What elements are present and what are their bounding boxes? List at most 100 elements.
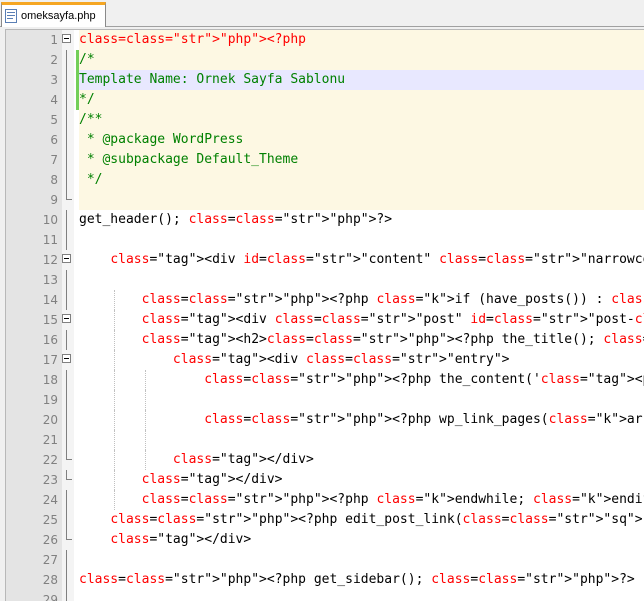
code-text xyxy=(79,190,644,210)
code-line[interactable]: 15 class="tag"><div class=class="str">"p… xyxy=(6,310,644,330)
code-line[interactable]: 16 class="tag"><h2>class=class="str">"ph… xyxy=(6,330,644,350)
line-number: 9 xyxy=(50,193,58,207)
fold-line xyxy=(66,570,67,590)
code-line[interactable]: 29 xyxy=(6,590,644,601)
line-number: 1 xyxy=(50,33,58,47)
tab-omeksayfa[interactable]: omeksayfa.php xyxy=(1,2,106,27)
fold-end-marker xyxy=(66,530,72,540)
line-number: 28 xyxy=(42,573,58,587)
code-line[interactable]: 12 class="tag"><div id=class="str">"cont… xyxy=(6,250,644,270)
code-line[interactable]: 6 * @package WordPress xyxy=(6,130,644,150)
line-number: 27 xyxy=(42,553,58,567)
fold-line xyxy=(66,410,67,430)
code-text: class=class="str">"php"><?php xyxy=(79,30,644,50)
code-text: class="tag"><div id=class="str">"content… xyxy=(110,252,644,267)
code-text: /* xyxy=(79,50,644,70)
code-text: class=class="str">"php"><?php class="k">… xyxy=(141,492,644,507)
code-editor[interactable]: 1 class=class="str">"php"><?php 2 /* 3 Templa… xyxy=(5,29,644,601)
indent-guide xyxy=(145,450,147,470)
indent-guide xyxy=(145,410,147,430)
fold-toggle-icon[interactable] xyxy=(62,314,71,323)
line-number: 17 xyxy=(42,353,58,367)
code-line[interactable]: 18 class=class="str">"php"><?php the_con… xyxy=(6,370,644,390)
code-line[interactable]: 3 Template Name: Ornek Sayfa Sablonu xyxy=(6,70,644,90)
code-line[interactable]: 7 * @subpackage Default_Theme xyxy=(6,150,644,170)
fold-toggle-icon[interactable] xyxy=(62,254,71,263)
indent-guide xyxy=(114,490,116,510)
line-number: 2 xyxy=(50,53,58,67)
code-line[interactable]: 24 class=class="str">"php"><?php class="… xyxy=(6,490,644,510)
line-number: 23 xyxy=(42,473,58,487)
indent-guide xyxy=(114,330,116,350)
indent-guide xyxy=(114,470,116,490)
code-line[interactable]: 5 /** xyxy=(6,110,644,130)
code-line[interactable]: 10 get_header(); class=class="str">"php">… xyxy=(6,210,644,230)
fold-toggle-icon[interactable] xyxy=(62,34,71,43)
code-line[interactable]: 14 class=class="str">"php"><?php class="… xyxy=(6,290,644,310)
line-number: 15 xyxy=(42,313,58,327)
fold-line xyxy=(66,70,67,90)
indent-guide xyxy=(145,390,147,410)
indent-guide xyxy=(114,410,116,430)
fold-line xyxy=(66,330,67,350)
fold-line xyxy=(66,510,67,530)
line-number: 3 xyxy=(50,73,58,87)
fold-line xyxy=(66,90,67,110)
line-number: 8 xyxy=(50,173,58,187)
code-line[interactable]: 8 */ xyxy=(6,170,644,190)
indent-guide xyxy=(114,450,116,470)
code-line[interactable]: 17 class="tag"><div class=class="str">"e… xyxy=(6,350,644,370)
fold-toggle-icon[interactable] xyxy=(62,354,71,363)
indent-guide xyxy=(114,370,116,390)
line-number: 14 xyxy=(42,293,58,307)
line-number: 29 xyxy=(42,593,58,601)
fold-line xyxy=(66,210,67,230)
fold-end-marker xyxy=(66,450,72,460)
code-text: * @subpackage Default_Theme xyxy=(79,150,644,170)
tab-title: omeksayfa.php xyxy=(21,10,96,22)
code-line[interactable]: 21 xyxy=(6,430,644,450)
code-text: get_header(); class=class="str">"php">?> xyxy=(79,212,393,227)
line-number: 20 xyxy=(42,413,58,427)
code-line[interactable]: 23 class="tag"></div> xyxy=(6,470,644,490)
line-number: 11 xyxy=(42,233,58,247)
line-number: 21 xyxy=(42,433,58,447)
code-line[interactable]: 2 /* xyxy=(6,50,644,70)
code-text: class="tag"></div> xyxy=(110,532,252,547)
fold-line xyxy=(66,230,67,250)
code-line[interactable]: 25 class=class="str">"php"><?php edit_po… xyxy=(6,510,644,530)
code-line[interactable]: 26 class="tag"></div> xyxy=(6,530,644,550)
code-line[interactable]: 13 xyxy=(6,270,644,290)
code-line[interactable]: 22 class="tag"></div> xyxy=(6,450,644,470)
code-line[interactable]: 28 class=class="str">"php"><?php get_side… xyxy=(6,570,644,590)
fold-line xyxy=(66,490,67,510)
code-text: class="tag"><div class=class="str">"post… xyxy=(141,312,644,327)
code-line[interactable]: 27 xyxy=(6,550,644,570)
code-text: class=class="str">"php"><?php class="k">… xyxy=(141,292,644,307)
code-line[interactable]: 19 xyxy=(6,390,644,410)
line-number: 22 xyxy=(42,453,58,467)
indent-guide xyxy=(114,350,116,370)
code-lines: 1 class=class="str">"php"><?php 2 /* 3 Templa… xyxy=(6,30,644,601)
code-text: class="tag"><h2>class=class="str">"php">… xyxy=(141,332,644,347)
code-line[interactable]: 1 class=class="str">"php"><?php xyxy=(6,30,644,50)
fold-line xyxy=(66,130,67,150)
fold-line xyxy=(66,430,67,450)
fold-line xyxy=(66,170,67,190)
code-line[interactable]: 4 */ xyxy=(6,90,644,110)
code-text: class=class="str">"php"><?php wp_link_pa… xyxy=(204,412,644,427)
indent-guide xyxy=(145,430,147,450)
code-line[interactable]: 9 xyxy=(6,190,644,210)
indent-guide xyxy=(114,430,116,450)
fold-line xyxy=(66,390,67,410)
fold-line xyxy=(66,270,67,290)
code-line[interactable]: 11 xyxy=(6,230,644,250)
line-number: 10 xyxy=(42,213,58,227)
code-line[interactable]: 20 class=class="str">"php"><?php wp_link… xyxy=(6,410,644,430)
fold-line xyxy=(66,150,67,170)
indent-guide xyxy=(114,310,116,330)
